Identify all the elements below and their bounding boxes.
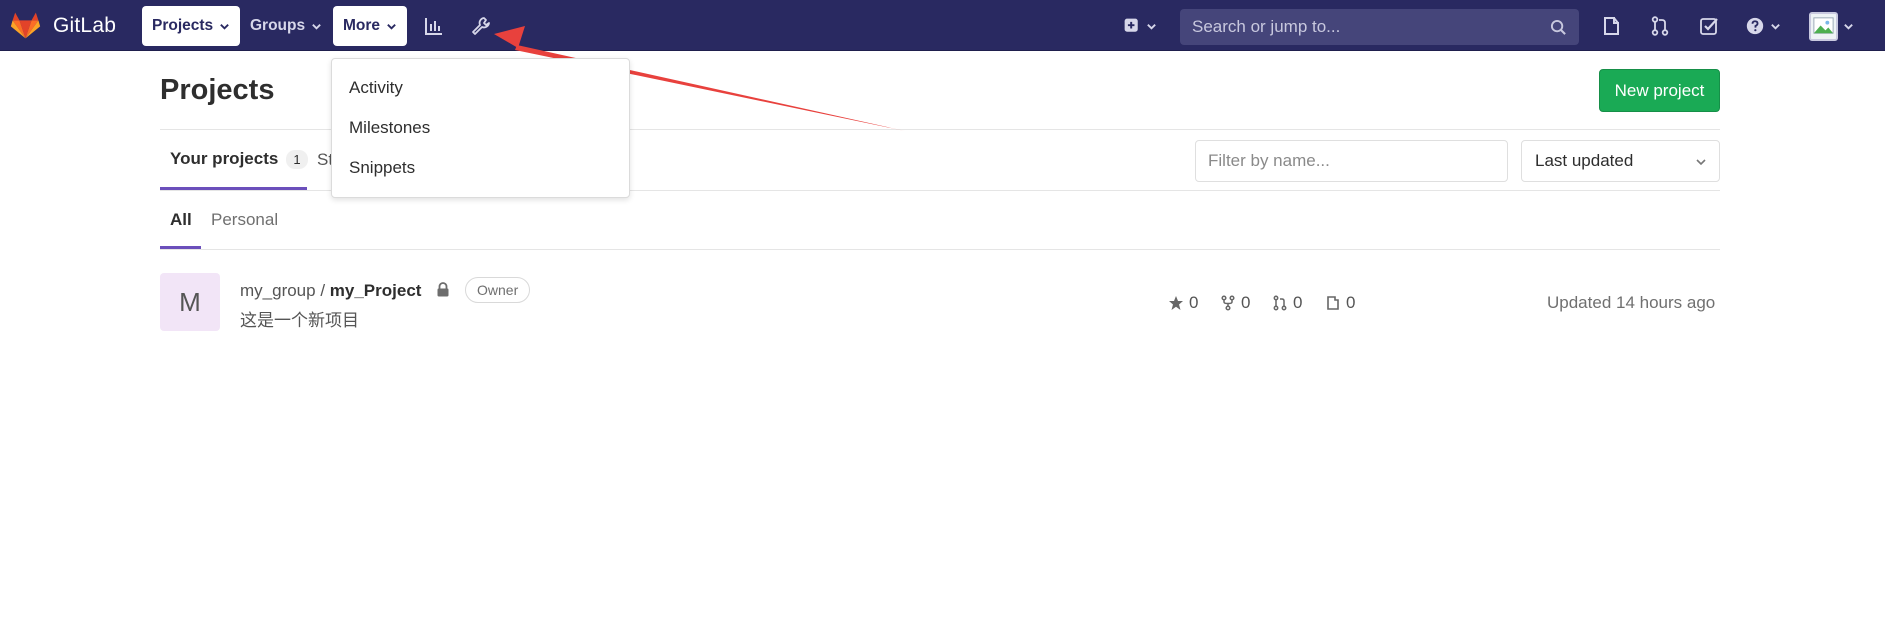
issues-check-icon <box>1700 18 1718 35</box>
gitlab-home-link[interactable]: GitLab <box>10 0 116 51</box>
projects-count-badge: 1 <box>286 149 308 169</box>
activity-chart-icon <box>425 18 442 35</box>
project-name: my_Project <box>329 281 422 300</box>
private-lock-icon <box>437 282 449 297</box>
project-updated-time: Updated 14 hours ago <box>1547 293 1716 312</box>
todo-icon <box>1604 17 1619 35</box>
search-icon <box>1550 19 1566 35</box>
role-badge: Owner <box>465 277 531 303</box>
search-input[interactable] <box>1192 17 1550 37</box>
chevron-down-icon <box>312 23 321 30</box>
search-bar[interactable] <box>1180 9 1579 45</box>
project-path-separator: / <box>315 281 330 300</box>
activity-chart-button[interactable] <box>416 9 452 43</box>
sort-dropdown[interactable]: Last updated <box>1521 140 1720 182</box>
fork-icon <box>1221 295 1235 311</box>
sub-tab-all[interactable]: All <box>170 210 192 230</box>
merge-requests-count[interactable]: 0 <box>1272 293 1302 313</box>
issues-button[interactable] <box>1691 9 1727 43</box>
star-icon <box>1169 296 1183 310</box>
plus-square-icon <box>1124 18 1138 32</box>
divider <box>160 249 1720 250</box>
top-navbar: GitLab Projects Groups More <box>0 0 1885 51</box>
filter-by-name-input[interactable] <box>1195 140 1508 182</box>
issues-icon <box>1327 296 1339 310</box>
project-avatar[interactable]: M <box>160 273 220 331</box>
chevron-down-icon <box>387 23 396 30</box>
merge-requests-value: 0 <box>1293 293 1303 312</box>
stars-count[interactable]: 0 <box>1168 293 1198 313</box>
more-dropdown-menu: Activity Milestones Snippets <box>331 58 630 198</box>
project-title-link[interactable]: my_group / my_Project <box>240 281 421 301</box>
dropdown-item-snippets[interactable]: Snippets <box>349 158 415 178</box>
page-title: Projects <box>160 74 275 106</box>
merge-request-icon <box>1273 295 1287 311</box>
new-item-dropdown[interactable] <box>1117 9 1163 43</box>
chevron-down-icon <box>1696 159 1706 166</box>
dropdown-item-milestones[interactable]: Milestones <box>349 118 430 138</box>
issues-value: 0 <box>1346 293 1356 312</box>
merge-requests-button[interactable] <box>1642 9 1678 43</box>
chevron-down-icon[interactable] <box>1843 21 1854 32</box>
forks-count[interactable]: 0 <box>1220 293 1250 313</box>
chevron-down-icon <box>220 23 229 30</box>
more-menu-label: More <box>343 17 381 34</box>
avatar <box>1811 14 1836 39</box>
dropdown-item-activity[interactable]: Activity <box>349 78 403 98</box>
chevron-down-icon <box>1771 23 1780 30</box>
sort-dropdown-label: Last updated <box>1535 151 1634 170</box>
issues-count[interactable]: 0 <box>1325 293 1355 313</box>
merge-request-icon <box>1651 16 1669 36</box>
admin-wrench-icon <box>472 17 490 35</box>
new-project-button[interactable]: New project <box>1599 69 1720 112</box>
user-avatar-button[interactable] <box>1809 12 1838 41</box>
forks-value: 0 <box>1241 293 1251 312</box>
tab-starred-projects[interactable]: St <box>317 150 332 170</box>
project-group-name: my_group <box>240 281 316 300</box>
sub-tab-personal[interactable]: Personal <box>211 210 278 230</box>
help-icon <box>1746 17 1764 35</box>
todos-button[interactable] <box>1593 9 1629 43</box>
chevron-down-icon <box>1147 23 1156 30</box>
more-menu-button[interactable]: More <box>333 6 408 46</box>
stars-value: 0 <box>1189 293 1199 312</box>
projects-menu-label: Projects <box>152 17 214 34</box>
groups-menu-button[interactable]: Groups <box>240 6 332 46</box>
admin-area-button[interactable] <box>463 9 499 43</box>
tab-your-projects-label: Your projects <box>170 149 279 168</box>
projects-menu-button[interactable]: Projects <box>142 6 241 46</box>
brand-name: GitLab <box>53 13 117 37</box>
groups-menu-label: Groups <box>250 17 306 34</box>
gitlab-logo-icon <box>10 12 41 39</box>
tab-your-projects[interactable]: Your projects 1 <box>170 149 308 169</box>
project-description: 这是一个新项目 <box>240 311 359 330</box>
help-dropdown[interactable] <box>1740 9 1786 43</box>
